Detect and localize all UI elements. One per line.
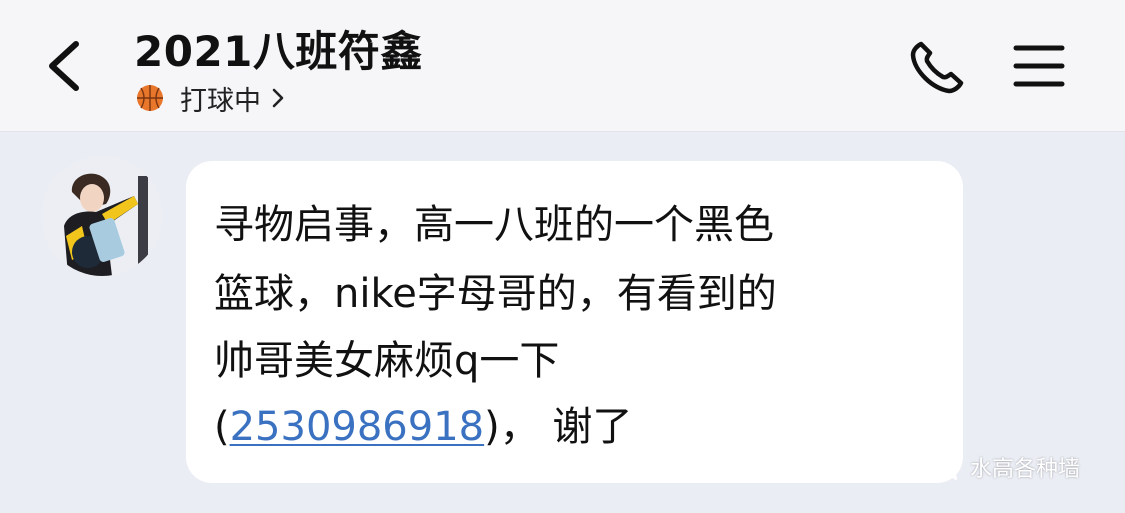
chat-title[interactable]: 2021八班符鑫	[134, 18, 423, 79]
chat-header: 2021八班符鑫 打球中	[0, 0, 1125, 132]
menu-button[interactable]	[1010, 40, 1068, 92]
call-button[interactable]	[906, 38, 968, 98]
sender-avatar[interactable]	[42, 156, 162, 276]
message-line: 篮球，nike字母哥的，有看到的	[214, 271, 777, 317]
watermark-text: 水高各种墙	[970, 457, 1081, 482]
message-line: 帅哥美女麻烦q一下	[214, 338, 560, 384]
status-row[interactable]: 打球中	[136, 80, 285, 117]
chevron-right-icon	[271, 87, 285, 109]
back-arrow-icon	[49, 41, 79, 91]
qq-number-link[interactable]: 2530986918	[230, 404, 485, 450]
back-button[interactable]	[40, 36, 94, 96]
basketball-icon	[137, 85, 163, 111]
hamburger-menu-icon	[1013, 45, 1065, 87]
watermark: 水高各种墙	[932, 450, 1080, 484]
message-suffix: )， 谢了	[484, 404, 633, 450]
star-logo-icon	[933, 452, 963, 481]
message-bubble[interactable]: 寻物启事，高一八班的一个黑色 篮球，nike字母哥的，有看到的 帅哥美女麻烦q一…	[186, 161, 963, 483]
message-line: 寻物启事，高一八班的一个黑色	[214, 202, 774, 248]
status-label: 打球中	[180, 85, 261, 117]
message-line-contact: (2530986918)， 谢了	[214, 397, 632, 457]
paren-open: (	[214, 404, 230, 450]
phone-icon	[910, 41, 964, 94]
